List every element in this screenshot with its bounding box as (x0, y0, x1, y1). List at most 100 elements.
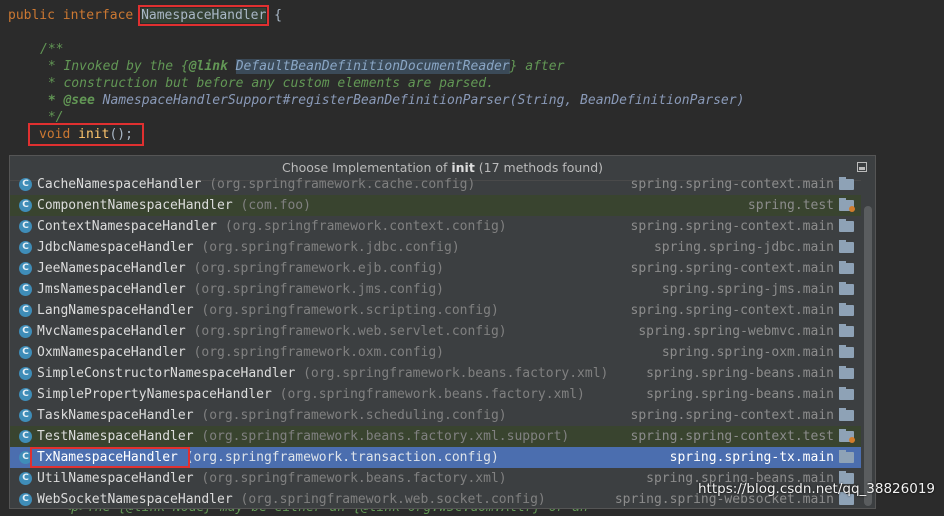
javadoc-open: /** (40, 42, 64, 57)
javadoc-see-ref[interactable]: NamespaceHandlerSupport#registerBeanDefi… (103, 93, 745, 108)
class-icon: C (19, 409, 32, 422)
module-folder-icon (839, 387, 854, 400)
scrollbar[interactable] (861, 180, 875, 508)
class-name-with-package: ContextNamespaceHandler (org.springframe… (37, 216, 507, 237)
class-name-with-package: LangNamespaceHandler (org.springframewor… (37, 300, 499, 321)
class-icon: C (19, 346, 32, 359)
method-name-init[interactable]: init (78, 127, 109, 142)
keyword-public: public (8, 8, 55, 23)
class-icon: C (19, 493, 32, 506)
class-name-with-package: MvcNamespaceHandler (org.springframework… (37, 321, 507, 342)
watermark: https://blog.csdn.net/qq_38826019 (697, 481, 935, 497)
class-icon: C (19, 430, 32, 443)
popup-title-method: init (451, 160, 475, 175)
module-name: spring.spring-webmvc.main (638, 324, 834, 339)
implementation-row[interactable]: C CacheNamespaceHandler (org.springframew… (10, 174, 862, 195)
highlight-box (30, 447, 190, 468)
interface-name[interactable]: NamespaceHandler (138, 5, 270, 26)
package-name: (org.springframework.scripting.config) (201, 303, 499, 318)
implementation-row[interactable]: C JmsNamespaceHandler (org.springframewor… (10, 279, 862, 300)
keyword-void: void (39, 127, 71, 142)
implementation-row[interactable]: C JeeNamespaceHandler (org.springframewor… (10, 258, 862, 279)
implementation-row[interactable]: C ComponentNamespaceHandler (com.foo) spri… (10, 195, 862, 216)
javadoc-link-tag: @link (188, 59, 228, 74)
class-name-with-package: ComponentNamespaceHandler (com.foo) (37, 195, 311, 216)
class-name: JmsNamespaceHandler (37, 282, 186, 297)
class-icon: C (19, 367, 32, 380)
module-name: spring.spring-beans.main (646, 366, 834, 381)
module-name: spring.spring-jms.main (661, 282, 834, 297)
class-name-with-package: TaskNamespaceHandler (org.springframewor… (37, 405, 507, 426)
class-name: ComponentNamespaceHandler (37, 198, 233, 213)
implementation-row[interactable]: C TaskNamespaceHandler (org.springframewo… (10, 405, 862, 426)
package-name: (org.springframework.web.socket.config) (240, 492, 546, 507)
module-folder-icon (839, 366, 854, 379)
class-name-with-package: TestNamespaceHandler (org.springframewor… (37, 426, 569, 447)
class-name-with-package: JdbcNamespaceHandler (org.springframewor… (37, 237, 460, 258)
module-name: spring.spring-oxm.main (661, 345, 834, 360)
pin-window-icon[interactable] (857, 162, 867, 172)
package-name: (org.springframework.scheduling.config) (201, 408, 507, 423)
package-name: (org.springframework.web.servlet.config) (193, 324, 507, 339)
class-icon: C (19, 388, 32, 401)
module-folder-icon (839, 324, 854, 337)
package-name: (org.springframework.jdbc.config) (201, 240, 460, 255)
class-name-with-package: SimpleConstructorNamespaceHandler (org.s… (37, 363, 608, 384)
javadoc-link-target[interactable]: DefaultBeanDefinitionDocumentReader (235, 59, 510, 74)
implementation-row[interactable]: C TxNamespaceHandler (org.springframework… (10, 447, 862, 468)
package-name: (org.springframework.cache.config) (209, 177, 476, 192)
module-folder-icon (839, 240, 854, 253)
implementation-row[interactable]: C OxmNamespaceHandler (org.springframewor… (10, 342, 862, 363)
choose-implementation-popup[interactable]: Choose Implementation of init (17 method… (9, 155, 876, 509)
module-folder-icon (839, 282, 854, 295)
module-name: spring.spring-context.main (630, 219, 835, 234)
implementation-row[interactable]: C TestNamespaceHandler (org.springframewo… (10, 426, 862, 447)
module-folder-icon (839, 450, 854, 463)
class-icon: C (19, 178, 32, 191)
javadoc-text: * Invoked by the { (40, 59, 189, 74)
module-folder-icon (839, 429, 855, 443)
class-name-with-package: JmsNamespaceHandler (org.springframework… (37, 279, 444, 300)
class-name: TaskNamespaceHandler (37, 408, 194, 423)
code-line-interface-decl: public interface NamespaceHandler { (8, 5, 282, 26)
package-name: (com.foo) (240, 198, 311, 213)
class-icon: C (19, 472, 32, 485)
module-name: spring.spring-context.main (630, 303, 835, 318)
module-folder-icon (839, 261, 854, 274)
class-icon: C (19, 304, 32, 317)
javadoc-text-after: } after (509, 59, 565, 74)
class-name: OxmNamespaceHandler (37, 345, 186, 360)
implementation-row[interactable]: C MvcNamespaceHandler (org.springframewor… (10, 321, 862, 342)
implementation-row[interactable]: C JdbcNamespaceHandler (org.springframewo… (10, 237, 862, 258)
class-name-with-package: OxmNamespaceHandler (org.springframework… (37, 342, 444, 363)
implementation-row[interactable]: C SimpleConstructorNamespaceHandler (org.… (10, 363, 862, 384)
module-name: spring.spring-context.main (630, 408, 835, 423)
package-name: (org.springframework.transaction.config) (185, 450, 499, 465)
class-name: CacheNamespaceHandler (37, 177, 202, 192)
package-name: (org.springframework.ejb.config) (193, 261, 444, 276)
javadoc-line-see: * @see NamespaceHandlerSupport#registerB… (40, 92, 745, 109)
popup-title-suffix: (17 methods found) (474, 160, 604, 175)
package-name: (org.springframework.beans.factory.xml) (279, 387, 585, 402)
javadoc-see-tag: * @see (40, 93, 95, 108)
class-name: LangNamespaceHandler (37, 303, 194, 318)
class-name: ContextNamespaceHandler (37, 219, 218, 234)
popup-title-prefix: Choose Implementation of (281, 160, 452, 175)
module-folder-icon (839, 219, 854, 232)
package-name: (org.springframework.oxm.config) (193, 345, 444, 360)
scrollbar-thumb[interactable] (864, 206, 872, 506)
class-icon: C (19, 199, 32, 212)
class-name: JdbcNamespaceHandler (37, 240, 194, 255)
implementation-row[interactable]: C LangNamespaceHandler (org.springframewo… (10, 300, 862, 321)
package-name: (org.springframework.beans.factory.xml.s… (201, 429, 570, 444)
class-name: MvcNamespaceHandler (37, 324, 186, 339)
implementation-row[interactable]: C SimplePropertyNamespaceHandler (org.spr… (10, 384, 862, 405)
class-icon: C (19, 325, 32, 338)
package-name: (org.springframework.beans.factory.xml) (303, 366, 609, 381)
module-folder-icon (839, 345, 854, 358)
class-name-with-package: SimplePropertyNamespaceHandler (org.spri… (37, 384, 585, 405)
package-name: (org.springframework.context.config) (224, 219, 507, 234)
code-line-init-method[interactable]: void init(); (28, 123, 144, 146)
implementation-row[interactable]: C ContextNamespaceHandler (org.springfram… (10, 216, 862, 237)
class-name: WebSocketNamespaceHandler (37, 492, 233, 507)
